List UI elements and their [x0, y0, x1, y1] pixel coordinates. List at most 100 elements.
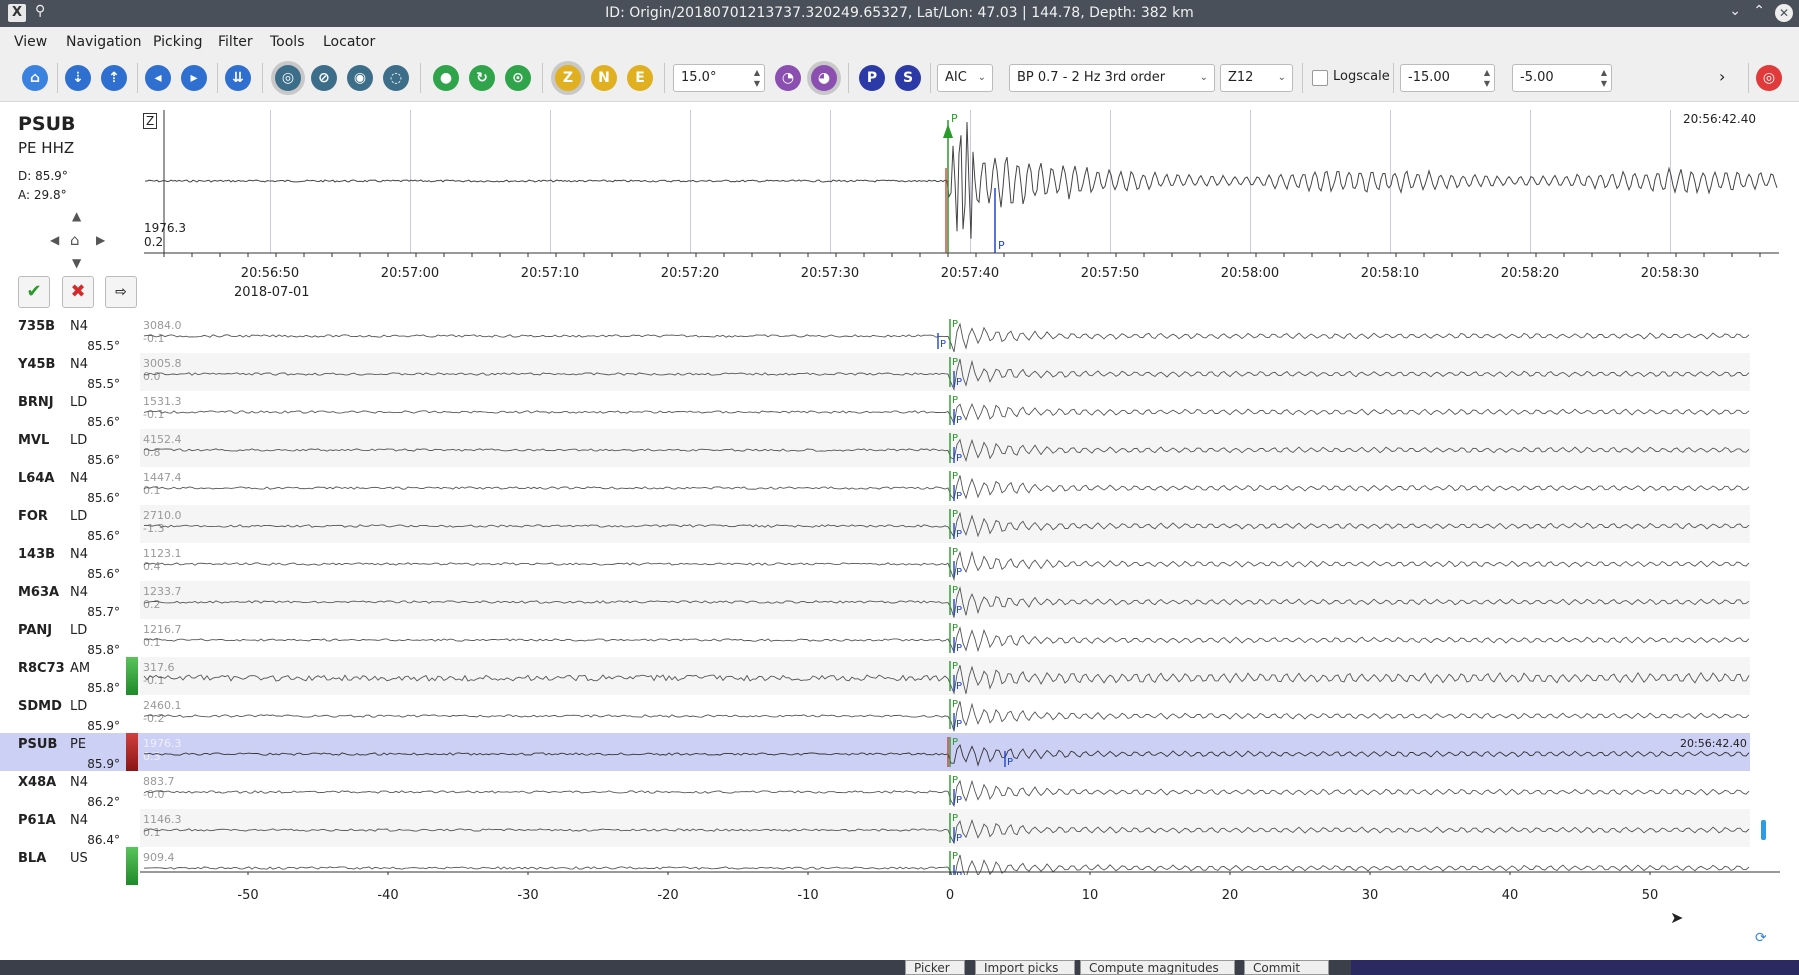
toolbar: ⌂ ⇣ ⇡ ◂ ▸ ⇊ ◎ ⊘ ◉ ◌ ● ↻ ⊙ Z N E 15.0° ▲ ▼ …: [0, 57, 1799, 102]
station-row[interactable]: MVL LD 85.6°: [0, 429, 140, 467]
toolbar-overflow-icon[interactable]: ›: [1719, 67, 1725, 86]
trace-icon[interactable]: ◌: [383, 65, 409, 91]
component-z-button[interactable]: Z: [555, 65, 581, 91]
window-title: ID: Origin/20180701213737.320249.65327, …: [605, 5, 1194, 21]
station-row[interactable]: PSUB PE 85.9°: [0, 733, 140, 771]
menu-tools[interactable]: Tools: [270, 34, 305, 50]
menu-view[interactable]: View: [14, 34, 47, 50]
trace-amplitude-label: 4152.4: [143, 433, 182, 446]
menu-locator[interactable]: Locator: [323, 34, 375, 50]
trace-row-background: [140, 619, 1750, 657]
reject-button[interactable]: ✖: [62, 276, 94, 308]
previous-icon[interactable]: ◂: [145, 65, 171, 91]
station-row[interactable]: R8C73 AM 85.8°: [0, 657, 140, 695]
station-row[interactable]: Y45B N4 85.5°: [0, 353, 140, 391]
station-row[interactable]: FOR LD 85.6°: [0, 505, 140, 543]
pick-label: P: [956, 681, 962, 692]
time-tick-label: 20:57:50: [1080, 266, 1140, 281]
home-icon[interactable]: ⌂: [22, 65, 48, 91]
station-row[interactable]: L64A N4 85.6°: [0, 467, 140, 505]
min-value-spinbox[interactable]: -15.00 ▲ ▼: [1400, 64, 1495, 92]
accept-button[interactable]: ✔: [18, 276, 50, 308]
scroll-up-icon[interactable]: ⇡: [101, 65, 127, 91]
relative-tick-label: -30: [517, 888, 539, 903]
time-tick-label: 20:56:50: [240, 266, 300, 281]
scroll-right-arrow-icon[interactable]: ▶: [96, 233, 105, 247]
station-row[interactable]: BLA US: [0, 847, 140, 885]
close-icon[interactable]: ✕: [1775, 4, 1793, 22]
station-row-distance: 85.6°: [87, 453, 120, 467]
target-icon[interactable]: ◎: [1756, 65, 1782, 91]
station-row[interactable]: SDMD LD 85.9°: [0, 695, 140, 733]
scroll-down-icon[interactable]: ⇣: [65, 65, 91, 91]
filter-active-icon[interactable]: ◕: [811, 65, 837, 91]
station-row-code: Y45B: [18, 357, 56, 372]
trace-offset-label: -0.1: [143, 674, 164, 687]
station-row-distance: 86.2°: [87, 795, 120, 809]
import-picks-tab[interactable]: Import picks: [975, 960, 1075, 975]
station-row[interactable]: 143B N4 85.6°: [0, 543, 140, 581]
phase-s-button[interactable]: S: [895, 65, 921, 91]
pick-reload-icon[interactable]: ↻: [469, 65, 495, 91]
pick-accept-icon[interactable]: ●: [433, 65, 459, 91]
trace-offset-label: -0.0: [143, 788, 164, 801]
trace-row-background: [140, 429, 1750, 467]
scroll-down-arrow-icon[interactable]: ▼: [72, 256, 81, 270]
picker-tab[interactable]: Picker: [905, 960, 965, 975]
refresh-icon[interactable]: ⟳: [1755, 930, 1767, 946]
zoom-icon[interactable]: ⊘: [311, 65, 337, 91]
filter-toggle-icon[interactable]: ◔: [775, 65, 801, 91]
rotation-select[interactable]: Z12 ⌄: [1220, 64, 1293, 92]
scroll-left-arrow-icon[interactable]: ◀: [50, 233, 59, 247]
compute-magnitudes-tab[interactable]: Compute magnitudes: [1080, 960, 1235, 975]
station-traces-plot[interactable]: 3084.0-0.1PP3005.80.0PP1531.3-0.1PP4152.…: [140, 315, 1790, 875]
trace-amplitude-label: 909.4: [143, 851, 175, 864]
station-row[interactable]: M63A N4 85.7°: [0, 581, 140, 619]
relative-tick-label: -50: [237, 888, 259, 903]
minimize-icon[interactable]: ⌄: [1729, 3, 1741, 19]
station-row-code: X48A: [18, 775, 57, 790]
trace-row-background: [140, 505, 1750, 543]
pick-recenter-icon[interactable]: ⊙: [505, 65, 531, 91]
component-n-button[interactable]: N: [591, 65, 617, 91]
station-row-network: US: [70, 851, 88, 866]
trace-offset-label: 0.1: [143, 636, 161, 649]
zoom-value-spinbox[interactable]: 15.0° ▲ ▼: [673, 64, 765, 92]
filter-select[interactable]: BP 0.7 - 2 Hz 3rd order ⌄: [1009, 64, 1215, 92]
maximize-icon[interactable]: ⌃: [1753, 3, 1765, 19]
picker-method-select[interactable]: AIC ⌄: [937, 64, 993, 92]
time-tick-label: 20:58:10: [1360, 266, 1420, 281]
station-row[interactable]: X48A N4 86.2°: [0, 771, 140, 809]
pick-label: P: [998, 239, 1005, 252]
align-icon[interactable]: ⇊: [225, 65, 251, 91]
next-icon[interactable]: ▸: [181, 65, 207, 91]
component-e-button[interactable]: E: [627, 65, 653, 91]
trace-amplitude-label: 1976.3: [143, 737, 182, 750]
scroll-up-arrow-icon[interactable]: ▲: [72, 209, 81, 223]
trace-row-background: [140, 771, 1750, 809]
pick-label: P: [956, 567, 962, 578]
station-row[interactable]: PANJ LD 85.8°: [0, 619, 140, 657]
pick-label: P: [956, 605, 962, 616]
station-row[interactable]: P61A N4 86.4°: [0, 809, 140, 847]
home-small-icon[interactable]: ⌂: [70, 231, 80, 249]
current-time-label: 20:56:42.40: [1683, 112, 1756, 126]
menu-filter[interactable]: Filter: [218, 34, 253, 50]
commit-tab[interactable]: Commit: [1244, 960, 1329, 975]
amplitude-icon[interactable]: ◎: [275, 65, 301, 91]
logscale-checkbox[interactable]: [1312, 70, 1328, 86]
station-row-code: FOR: [18, 509, 48, 524]
trace-offset-label: -0.1: [143, 408, 164, 421]
menu-picking[interactable]: Picking: [153, 34, 202, 50]
station-row-code: SDMD: [18, 699, 62, 714]
station-row-code: BLA: [18, 851, 47, 866]
station-row[interactable]: 735B N4 85.5°: [0, 315, 140, 353]
export-button[interactable]: ⇨: [105, 276, 137, 308]
phase-p-button[interactable]: P: [859, 65, 885, 91]
scrollbar-handle[interactable]: [1761, 820, 1766, 840]
station-row[interactable]: BRNJ LD 85.6°: [0, 391, 140, 429]
spectrogram-icon[interactable]: ◉: [347, 65, 373, 91]
menu-navigation[interactable]: Navigation: [66, 34, 142, 50]
relative-tick-label: 40: [1501, 888, 1519, 903]
max-value-spinbox[interactable]: -5.00 ▲ ▼: [1512, 64, 1612, 92]
